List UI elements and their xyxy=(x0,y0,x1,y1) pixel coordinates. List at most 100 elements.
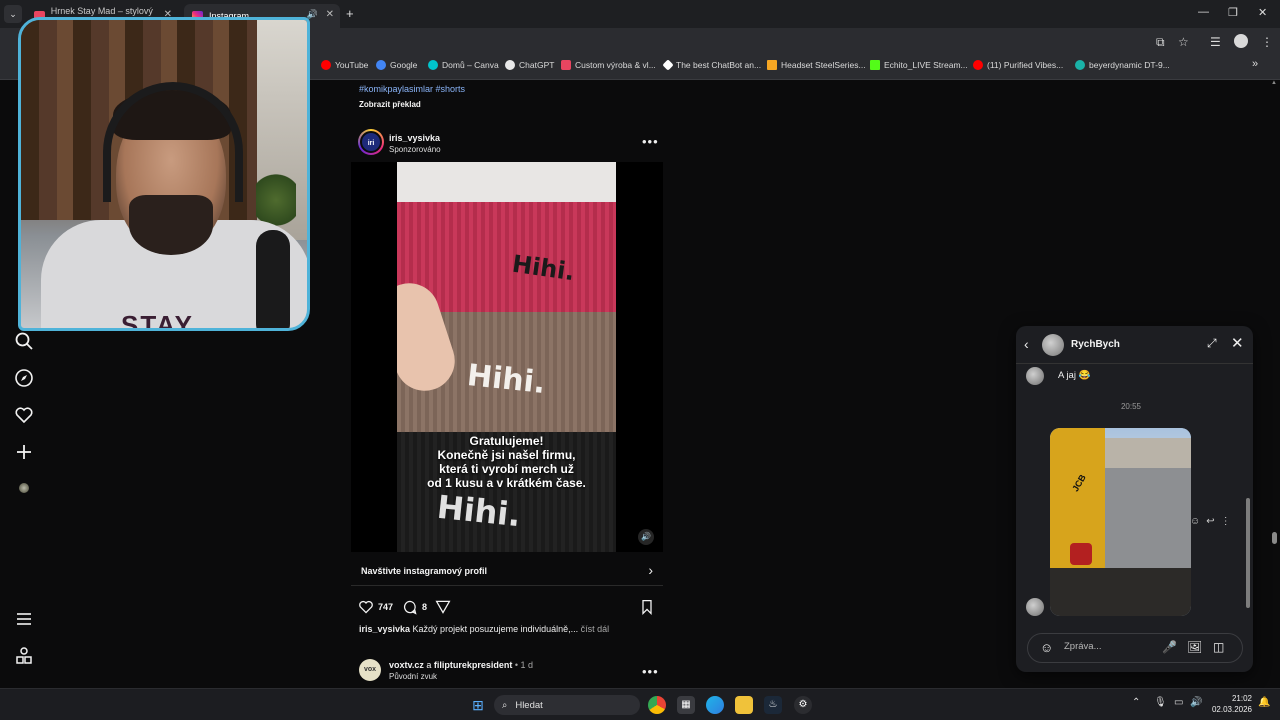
bookmark-youtube[interactable]: YouTube xyxy=(321,60,368,70)
show-translation-link[interactable]: Zobrazit překlad xyxy=(359,100,421,109)
reading-list-icon[interactable]: ☰ xyxy=(1210,35,1221,49)
browser-menu-icon[interactable]: ⋮ xyxy=(1261,35,1273,49)
install-app-icon[interactable]: ⧉ xyxy=(1156,35,1165,50)
post-photo: Hihi. Hihi. Hihi. Gratulujeme! Konečně j… xyxy=(397,162,616,552)
chat-scrollbar[interactable] xyxy=(1246,366,1251,616)
more-options-icon[interactable]: ⋮ xyxy=(1221,516,1231,527)
microphone-icon[interactable]: 🎤 xyxy=(1162,640,1177,654)
heart-icon xyxy=(359,600,373,614)
maximize-button[interactable]: ❐ xyxy=(1228,6,1238,19)
post-hashtags[interactable]: #komikpaylasimlar #shorts xyxy=(359,84,465,94)
settings-app-icon[interactable]: ⚙ xyxy=(794,696,812,714)
notifications-heart-icon[interactable] xyxy=(14,405,34,425)
bookmarks-overflow-button[interactable]: » xyxy=(1252,58,1258,70)
steam-icon[interactable]: ♨ xyxy=(764,696,782,714)
bookmark-canva[interactable]: Domů – Canva xyxy=(428,60,499,70)
next-post-authors: voxtv.cz a filipturekpresident • 1 d xyxy=(389,660,533,670)
new-tab-button[interactable]: + xyxy=(346,6,354,21)
sender-avatar[interactable] xyxy=(1026,367,1044,385)
scroll-up-icon[interactable]: ▲ xyxy=(1271,80,1277,86)
post-options-button[interactable]: ••• xyxy=(642,134,659,149)
taskbar-search[interactable]: ⌕ Hledat xyxy=(494,695,640,715)
windows-start-icon[interactable]: ⊞ xyxy=(469,696,487,714)
network-icon[interactable]: ▭ xyxy=(1174,697,1183,708)
tray-mic-icon[interactable]: 🎙 xyxy=(1154,697,1167,708)
bookmark-google[interactable]: Google xyxy=(376,60,417,70)
also-from-meta-icon[interactable] xyxy=(14,646,34,666)
caption-text: Každý projekt posuzujeme individuálně,..… xyxy=(410,624,579,634)
promo-line: od 1 kusu a v krátkém čase. xyxy=(427,476,586,490)
bookmark-chatgpt[interactable]: ChatGPT xyxy=(505,60,554,70)
like-button[interactable]: 747 xyxy=(358,598,393,616)
sender-avatar[interactable] xyxy=(1026,598,1044,616)
explore-icon[interactable] xyxy=(14,368,34,388)
next-post-audio[interactable]: Původní zvuk xyxy=(389,672,437,681)
bookmark-chatbot[interactable]: The best ChatBot an... xyxy=(662,59,761,71)
page-scrollbar[interactable]: ▲ xyxy=(1271,80,1278,686)
bookmark-star-icon[interactable]: ☆ xyxy=(1178,35,1189,49)
emoji-icon[interactable]: ☺ xyxy=(1040,640,1053,655)
more-menu-icon[interactable] xyxy=(14,609,34,629)
taskbar-clock[interactable]: 21:02 02.03.2026 xyxy=(1208,693,1252,715)
search-icon[interactable] xyxy=(14,331,34,351)
chat-user-name[interactable]: RychBych xyxy=(1071,339,1120,350)
comment-button[interactable]: 8 xyxy=(402,598,427,616)
minimize-button[interactable]: — xyxy=(1198,6,1209,18)
close-window-button[interactable]: ✕ xyxy=(1258,6,1267,19)
back-arrow-icon[interactable]: ‹ xyxy=(1024,336,1029,352)
create-plus-icon[interactable] xyxy=(14,442,34,462)
image-upload-icon[interactable]: 🖼 xyxy=(1187,640,1202,654)
photo-background xyxy=(397,162,616,202)
read-more-link[interactable]: číst dál xyxy=(578,624,610,634)
chat-message: A jaj 😂 xyxy=(1058,370,1091,381)
next-post-user[interactable]: voxtv.cz xyxy=(389,660,424,670)
bookmark-steelseries[interactable]: Headset SteelSeries... xyxy=(767,60,866,70)
profile-avatar[interactable] xyxy=(19,483,29,493)
file-explorer-icon[interactable] xyxy=(735,696,753,714)
share-send-icon xyxy=(435,600,451,614)
visit-profile-cta[interactable]: Navštivte instagramový profil › xyxy=(351,556,663,586)
react-emoji-icon[interactable]: ☺ xyxy=(1190,516,1200,527)
reply-icon[interactable]: ↩ xyxy=(1206,516,1214,527)
close-icon[interactable]: ✕ xyxy=(1231,334,1244,352)
search-icon: ⌕ xyxy=(502,699,508,711)
edge-icon[interactable] xyxy=(706,696,724,714)
volume-icon[interactable]: 🔊 xyxy=(1190,697,1202,708)
post-author-avatar[interactable]: iri xyxy=(358,129,384,155)
post-sponsored-label: Sponzorováno xyxy=(389,145,441,154)
bookmark-kick[interactable]: Echito_LIVE Stream... xyxy=(870,60,968,70)
post-options-button[interactable]: ••• xyxy=(642,664,659,679)
like-count: 747 xyxy=(378,602,394,612)
notifications-icon[interactable]: 🔔 xyxy=(1258,697,1270,708)
chrome-icon[interactable] xyxy=(648,696,666,714)
post-media[interactable]: Hihi. Hihi. Hihi. Gratulujeme! Konečně j… xyxy=(351,162,663,552)
tray-overflow-icon[interactable]: ⌃ xyxy=(1132,697,1140,708)
bookmark-beyerdynamic[interactable]: beyerdynamic DT-9... xyxy=(1075,60,1170,70)
profile-avatar[interactable] xyxy=(1234,34,1248,48)
post-username[interactable]: iris_vysivka xyxy=(389,133,440,143)
message-input[interactable] xyxy=(1064,641,1154,652)
save-button[interactable] xyxy=(640,598,654,616)
google-icon xyxy=(376,60,386,70)
store-icon[interactable]: ▦ xyxy=(677,696,695,714)
beyerdynamic-icon xyxy=(1075,60,1085,70)
microphone xyxy=(256,230,290,328)
bookmark-purified-vibes[interactable]: (11) Purified Vibes... xyxy=(973,60,1063,70)
tab-search-menu-button[interactable]: ⌄ xyxy=(4,5,22,23)
sticker-icon[interactable]: ◫ xyxy=(1213,640,1224,654)
chat-scrollbar-thumb[interactable] xyxy=(1246,498,1250,608)
canva-icon xyxy=(428,60,438,70)
next-post-avatar[interactable]: vox xyxy=(359,659,381,681)
webcam-overlay: STAY xyxy=(18,17,310,331)
sound-toggle-icon[interactable]: 🔊 xyxy=(638,529,654,545)
chat-photo-message[interactable]: JCB xyxy=(1050,428,1191,616)
caption-username[interactable]: iris_vysivka xyxy=(359,624,410,634)
chat-user-avatar[interactable] xyxy=(1042,334,1064,356)
bookmark-custom-vyroba[interactable]: Custom výroba & vl... xyxy=(561,60,656,70)
youtube-icon xyxy=(973,60,983,70)
share-button[interactable] xyxy=(435,598,451,616)
expand-icon[interactable]: ⤢ xyxy=(1207,336,1217,351)
next-post-user[interactable]: filipturekpresident xyxy=(434,660,513,670)
tab-close-icon[interactable]: ✕ xyxy=(326,9,334,20)
scrollbar-thumb[interactable] xyxy=(1272,532,1277,544)
